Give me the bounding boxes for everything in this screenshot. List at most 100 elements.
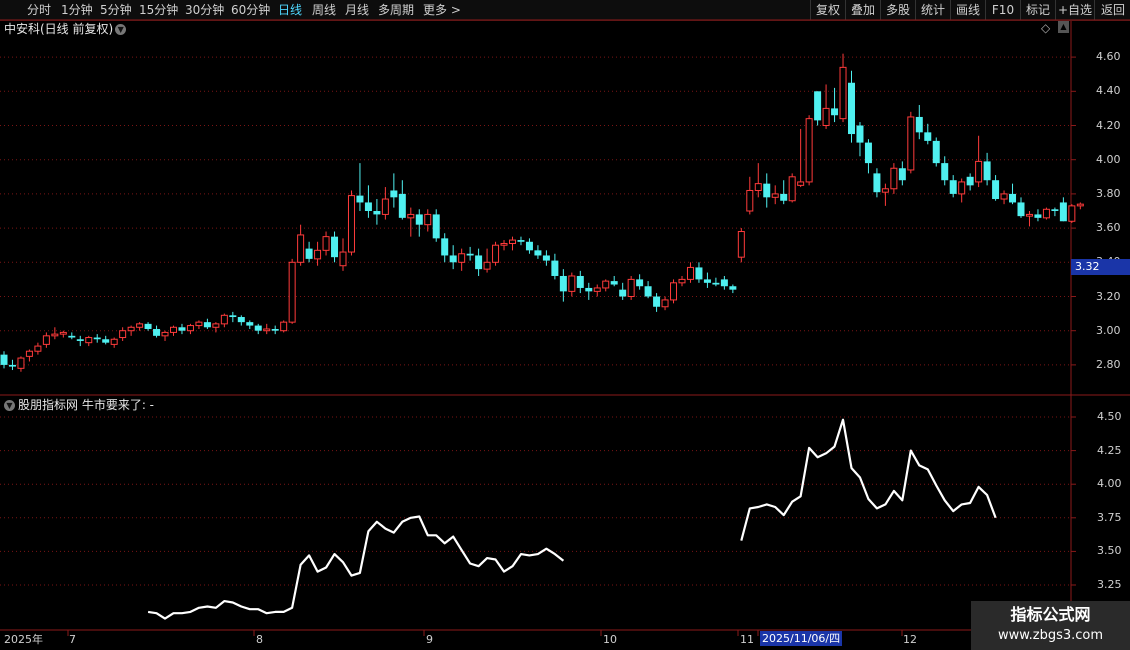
candle <box>110 337 118 348</box>
candle-body-up <box>170 326 177 333</box>
candle <box>983 152 991 186</box>
candle <box>627 275 635 300</box>
candle <box>1025 211 1033 227</box>
candle-body-up <box>458 253 466 263</box>
candle-body-up <box>42 335 50 345</box>
indicator-axis-label: 3.50 <box>1097 544 1122 558</box>
candle <box>297 224 305 266</box>
candle <box>314 241 322 266</box>
candle <box>42 332 50 348</box>
candle-body-up <box>627 278 635 297</box>
scroll-up-icon[interactable]: ▲ <box>1058 21 1069 33</box>
candle-body-down <box>432 214 440 239</box>
candle <box>881 183 889 206</box>
candle-body-up <box>805 118 813 183</box>
candle <box>1042 207 1050 220</box>
candle-body-up <box>1042 208 1050 219</box>
candle-body-up <box>85 337 93 344</box>
chevron-down-icon[interactable]: ▼ <box>4 400 15 411</box>
candle <box>1076 202 1084 210</box>
candle-body-down <box>1009 193 1017 203</box>
diamond-icon[interactable]: ◇ <box>1041 21 1050 35</box>
candle <box>949 175 957 198</box>
candle <box>51 327 59 340</box>
candle-body-up <box>593 287 601 292</box>
indicator-axis-label: 4.50 <box>1097 410 1122 423</box>
candle <box>178 323 186 335</box>
candle <box>432 209 440 242</box>
candle-body-up <box>788 176 796 202</box>
candle <box>703 272 711 288</box>
candle <box>1017 197 1025 218</box>
candle <box>737 228 745 263</box>
candle-body-up <box>678 278 686 284</box>
candle-body-up <box>322 236 330 251</box>
candle-body-down <box>992 180 1000 200</box>
candle-body-up <box>975 160 983 183</box>
chart-canvas[interactable] <box>0 0 1130 650</box>
indicator-line-segment <box>147 515 565 620</box>
candle <box>25 349 33 362</box>
x-axis-label-aug: 8 <box>256 633 263 646</box>
candle-body-down <box>585 287 593 292</box>
indicator-axis-label: 3.25 <box>1097 578 1122 591</box>
chevron-down-icon[interactable]: ▼ <box>115 24 127 35</box>
candle <box>1034 209 1042 222</box>
candle-body-up <box>339 251 347 267</box>
candle <box>763 173 771 208</box>
indicator-name-label: 股朋指标网 牛市要来了: - <box>18 398 155 412</box>
candle <box>170 325 177 336</box>
candle-body-up <box>136 323 144 328</box>
candle-body-up <box>509 239 516 244</box>
candle-body-up <box>195 321 203 327</box>
candle-body-down <box>814 91 822 121</box>
candle <box>34 342 42 355</box>
main-chart-title: 中安科(日线 前复权) ▼ <box>4 21 127 37</box>
candle <box>729 284 737 294</box>
indicator-axis-label: 4.25 <box>1097 443 1122 457</box>
candle-body-up <box>110 338 118 345</box>
candle <box>407 207 415 237</box>
candle <box>127 325 135 336</box>
candle-body-down <box>983 161 991 181</box>
candle <box>509 236 516 251</box>
candle-body-up <box>119 330 127 339</box>
candle <box>670 279 678 304</box>
candle <box>93 334 101 343</box>
watermark: 指标公式网 www.zbgs3.com <box>971 601 1130 650</box>
candle-body-down <box>619 289 627 297</box>
candle <box>220 313 228 328</box>
candle <box>576 270 584 294</box>
candle <box>237 315 245 326</box>
candle-body-down <box>364 202 372 211</box>
candle <box>59 330 67 338</box>
candle-body-down <box>551 260 559 276</box>
candle-body-up <box>381 198 389 215</box>
candle-body-down <box>68 335 76 338</box>
candle <box>441 233 449 263</box>
candle-body-down <box>653 296 661 307</box>
candle-body-down <box>1017 202 1025 217</box>
candle <box>568 272 576 297</box>
candle-body-down <box>1051 209 1059 211</box>
candle <box>347 190 355 256</box>
candle-body-up <box>822 107 830 127</box>
candle <box>364 185 372 218</box>
price-axis-label: 3.80 <box>1096 186 1121 200</box>
indicator-axis-label: 3.75 <box>1097 510 1122 524</box>
candle <box>8 359 16 371</box>
candle-body-down <box>712 282 720 285</box>
candle <box>898 161 906 186</box>
candle <box>339 238 347 271</box>
candle-body-down <box>898 168 906 181</box>
candle-body-down <box>559 275 567 292</box>
candle <box>771 185 779 205</box>
candle-body-down <box>153 328 161 336</box>
candle-body-up <box>670 282 678 301</box>
candle <box>525 238 533 254</box>
candle <box>534 245 542 259</box>
candle-body-down <box>178 327 186 331</box>
candle-body-up <box>280 321 288 332</box>
indicator-axis-label: 4.00 <box>1097 477 1122 491</box>
candle <box>788 173 796 203</box>
